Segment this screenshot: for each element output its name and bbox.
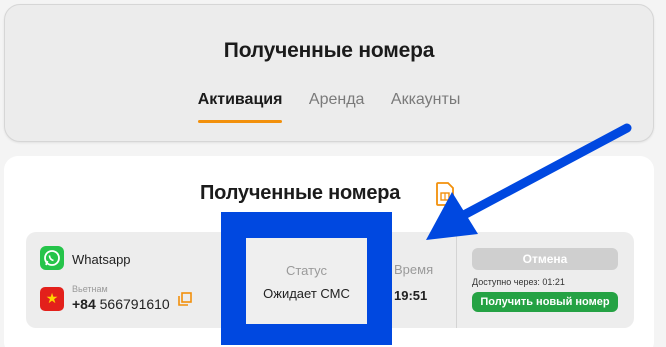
- status-label: Статус: [285, 263, 328, 278]
- phone-digits: 566791610: [99, 296, 170, 312]
- phone-number: +84 566791610: [72, 296, 170, 312]
- time-label: Время: [394, 262, 434, 277]
- service-name: Whatsapp: [72, 252, 131, 267]
- tab-rent[interactable]: Аренда: [309, 91, 365, 123]
- status-value: Ожидает СМС: [263, 286, 350, 301]
- status-cell: Статус Ожидает СМС: [246, 238, 367, 324]
- section-title: Полученные номера: [200, 182, 401, 204]
- divider: [456, 232, 457, 328]
- available-countdown: Доступно через: 01:21: [472, 277, 565, 287]
- page-title: Полученные номера: [223, 39, 435, 62]
- time-value: 19:51: [394, 288, 428, 303]
- phone-prefix: +84: [72, 296, 96, 312]
- country-name: Вьетнам: [72, 284, 108, 294]
- vietnam-flag-icon: ★: [40, 287, 64, 311]
- get-new-number-button[interactable]: Получить новый номер: [472, 292, 618, 312]
- copy-icon[interactable]: [178, 292, 192, 306]
- whatsapp-icon: [40, 246, 64, 270]
- tab-activation[interactable]: Активация: [197, 91, 282, 123]
- tabs: Активация Аренда Аккаунты: [5, 91, 653, 123]
- sim-card-icon: [436, 182, 454, 206]
- cancel-button[interactable]: Отмена: [472, 248, 618, 270]
- header-card: Полученные номера Активация Аренда Аккау…: [4, 4, 654, 142]
- tab-accounts[interactable]: Аккаунты: [391, 91, 460, 123]
